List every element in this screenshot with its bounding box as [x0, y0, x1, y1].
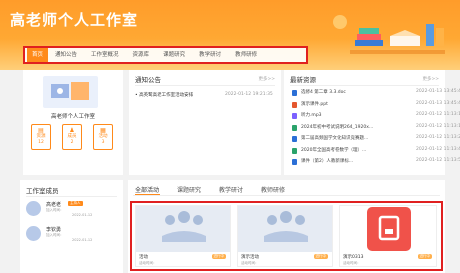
resource-list: 选修4 第二章 3.3.doc 2022-01-13 13:45:46 演示课件.p… [292, 89, 460, 175]
resource-date: 2022-01-13 13:45:46 [416, 100, 460, 106]
activity-time: 活动时间： [343, 261, 361, 265]
activity-title: 活动 [139, 255, 148, 260]
avatar [26, 226, 41, 241]
people-icon [264, 211, 308, 242]
tab-all-activities[interactable]: 全部活动 [135, 185, 159, 194]
resources-more-link[interactable]: 更多>> [422, 76, 439, 82]
tab-activity-research[interactable]: 课题研究 [177, 185, 201, 194]
activity-thumbnail [136, 206, 230, 252]
resource-date: 2022-01-12 11:13:12 [416, 123, 460, 129]
studio-cover-icon [51, 82, 89, 100]
activity-time: 活动时间： [241, 261, 259, 265]
resource-name: 选修4 第二章 3.3.doc [301, 90, 346, 95]
activity-card[interactable]: 演示0313 进行中 活动时间： [339, 205, 437, 267]
resource-date: 2022-01-12 11:13:21 [416, 135, 460, 140]
studio-cover-image [43, 76, 98, 108]
avatar [26, 201, 41, 216]
activity-thumbnail [340, 206, 436, 252]
activity-status-badge: 进行中 [211, 254, 226, 259]
tab-teaching[interactable]: 教学研讨 [192, 48, 228, 62]
resource-item[interactable]: 第二届高频国学文化知识竞赛题... 2022-01-12 11:13:21 [292, 135, 460, 143]
tab-activity-training[interactable]: 教师研修 [261, 185, 285, 194]
main-nav: 首页 通知公告 工作室概况 资源库 课题研究 教学研讨 教师研修 [23, 46, 308, 64]
file-icon [292, 90, 297, 96]
resource-name: 演示课件.ppt [301, 101, 328, 107]
resource-date: 2022-01-12 11:13:50 [416, 158, 460, 163]
resource-item[interactable]: 选修4 第二章 3.3.doc 2022-01-13 13:45:46 [292, 89, 460, 97]
activities-panel: 全部活动 课题研究 教学研讨 教师研修 活动 进行中 活动时间： 演示活动 进行… [128, 180, 445, 273]
file-icon [292, 124, 297, 131]
stat-value: 2 [70, 140, 74, 145]
resources-title: 最新资源 [290, 76, 316, 84]
activity-card[interactable]: 演示活动 进行中 活动时间： [237, 205, 333, 267]
tab-home[interactable]: 首页 [27, 48, 49, 62]
member-name: 高老老 [46, 202, 62, 208]
member-meta: 加入时间： [46, 208, 64, 212]
members-panel: 工作室成员 高老老 主持人 加入时间： 2022-01-12 李钦勇 加入时间：… [20, 180, 123, 273]
studio-name: 高老师个人工作室 [50, 114, 95, 120]
activity-card[interactable]: 活动 进行中 活动时间： [135, 205, 231, 267]
resource-date: 2022-01-12 11:13:49 [416, 146, 460, 152]
resource-name: 第二届高频国学文化知识竞赛题... [301, 136, 369, 141]
member-item[interactable]: 李钦勇 加入时间： 2022-01-12 [26, 226, 121, 248]
stat-resources[interactable]: ▤ 资源 12 [31, 124, 51, 150]
books-decoration-icon [333, 15, 445, 54]
file-icon [292, 101, 297, 108]
member-date: 2022-01-12 [72, 213, 93, 217]
resource-item[interactable]: 2024年初中考试说明264_1920x... 2022-01-12 11:13:… [292, 124, 460, 132]
activity-status-badge: 进行中 [417, 254, 432, 259]
tab-overview[interactable]: 工作室概况 [84, 48, 126, 62]
divider [133, 195, 440, 196]
resource-name: 课件（第2）人教新课标... [301, 159, 354, 164]
notice-title: 通知公告 [135, 76, 161, 84]
tab-research[interactable]: 课题研究 [156, 48, 192, 62]
resource-date: 2022-01-12 11:13:10 [416, 112, 460, 117]
resource-date: 2022-01-13 13:45:46 [416, 89, 460, 94]
file-icon [292, 159, 297, 165]
stat-activities[interactable]: ▦ 活动 3 [93, 124, 113, 150]
activity-time: 活动时间： [139, 261, 157, 265]
tab-activity-teaching[interactable]: 教学研讨 [219, 185, 243, 194]
file-icon [292, 147, 297, 154]
notice-more-link[interactable]: 更多>> [258, 76, 275, 82]
profile-panel: 高老师个人工作室 ▤ 资源 12 ♟ 成员 2 ▦ 活动 3 [23, 70, 123, 175]
resource-name: 听力.mp3 [301, 113, 322, 118]
activity-thumbnail [238, 206, 332, 252]
member-date: 2022-01-12 [72, 238, 93, 242]
divider [135, 85, 275, 86]
activity-title: 演示0313 [343, 255, 364, 260]
divider [290, 85, 439, 86]
resource-item[interactable]: 课件（第2）人教新课标... 2022-01-12 11:13:50 [292, 158, 460, 166]
divider [26, 196, 117, 197]
members-title: 工作室成员 [26, 187, 59, 195]
activity-status-badge: 进行中 [313, 254, 328, 259]
stat-members[interactable]: ♟ 成员 2 [62, 124, 82, 150]
file-icon [292, 136, 297, 142]
notice-panel: 通知公告 更多>> • 高英鹭高老工作室活动安排 2022-01-12 19:2… [129, 70, 281, 175]
tab-training[interactable]: 教师研修 [228, 48, 264, 62]
tab-notices[interactable]: 通知公告 [48, 48, 84, 62]
resource-item[interactable]: 2020年全国高考卷数学（理）... 2022-01-12 11:13:49 [292, 147, 460, 155]
people-icon [162, 211, 206, 242]
member-item[interactable]: 高老老 主持人 加入时间： 2022-01-12 [26, 201, 121, 223]
resources-panel: 最新资源 更多>> 选修4 第二章 3.3.doc 2022-01-13 13:4… [284, 70, 460, 175]
member-name: 李钦勇 [46, 227, 62, 233]
activity-title: 演示活动 [241, 255, 259, 260]
tab-resources[interactable]: 资源库 [126, 48, 157, 62]
notice-item[interactable]: • 高英鹭高老工作室活动安排 2022-01-12 19:21:35 [135, 92, 277, 98]
stat-value: 12 [38, 140, 44, 145]
resource-name: 2020年全国高考卷数学（理）... [301, 147, 367, 153]
member-meta: 加入时间： [46, 233, 64, 237]
file-icon [292, 113, 297, 119]
resource-item[interactable]: 演示课件.ppt 2022-01-13 13:45:46 [292, 101, 460, 109]
app-icon [367, 207, 411, 251]
notice-item-date: 2022-01-12 19:21:35 [225, 92, 273, 97]
stat-value: 3 [101, 140, 105, 145]
notice-item-text: • 高英鹭高老工作室活动安排 [135, 93, 194, 98]
resource-item[interactable]: 听力.mp3 2022-01-12 11:13:10 [292, 112, 460, 120]
site-title: 高老师个人工作室 [10, 11, 139, 29]
member-badge: 主持人 [68, 201, 83, 206]
resource-name: 2024年初中考试说明264_1920x... [301, 124, 374, 130]
